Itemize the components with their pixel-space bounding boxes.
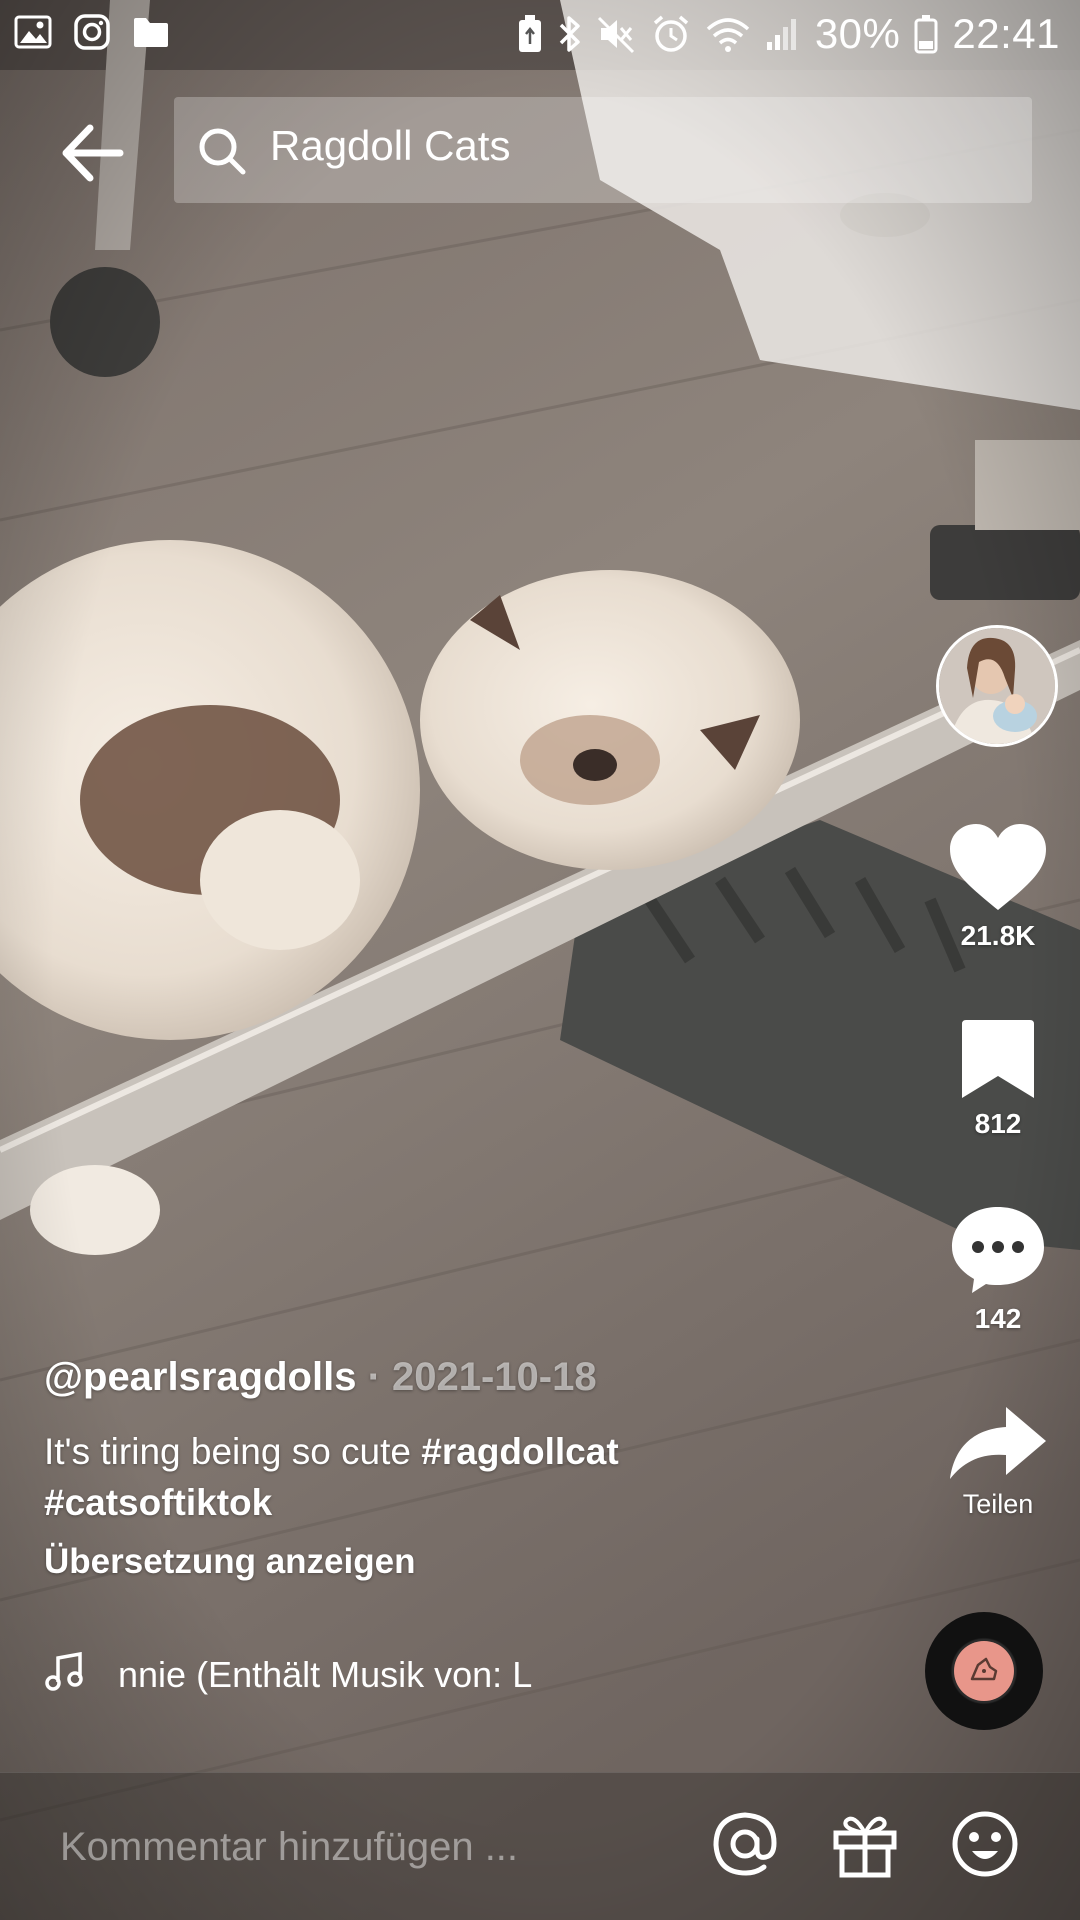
comment-button[interactable]: 142 bbox=[935, 1205, 1061, 1335]
music-info[interactable]: nnie (Enthält Musik von: L bbox=[44, 1650, 604, 1700]
search-bar[interactable]: Ragdoll Cats bbox=[174, 97, 1032, 203]
alarm-icon bbox=[651, 14, 691, 54]
mute-icon bbox=[597, 14, 637, 54]
translate-link[interactable]: Übersetzung anzeigen bbox=[44, 1542, 904, 1582]
author-username[interactable]: @pearlsragdolls bbox=[44, 1355, 356, 1399]
post-date-separator: · bbox=[356, 1355, 392, 1399]
heart-icon bbox=[950, 824, 1046, 910]
signal-icon bbox=[765, 16, 801, 52]
share-label: Teilen bbox=[962, 1489, 1034, 1519]
hashtag-ragdollcat[interactable]: #ragdollcat bbox=[421, 1431, 618, 1472]
search-icon bbox=[199, 128, 246, 175]
author-line: @pearlsragdolls · 2021-10-18 bbox=[44, 1355, 904, 1400]
post-caption: @pearlsragdolls · 2021-10-18 It's tiring… bbox=[44, 1355, 904, 1582]
post-date: 2021-10-18 bbox=[392, 1355, 597, 1399]
music-title: nnie (Enthält Musik von: L bbox=[118, 1654, 533, 1695]
bookmark-count: 812 bbox=[974, 1108, 1022, 1139]
battery-saver-icon bbox=[517, 14, 543, 54]
back-button[interactable] bbox=[58, 118, 128, 188]
gift-icon[interactable] bbox=[830, 1809, 900, 1879]
post-description: It's tiring being so cute #ragdollcat #c… bbox=[44, 1426, 734, 1528]
comment-input[interactable]: Kommentar hinzufügen ... bbox=[60, 1825, 518, 1870]
like-count: 21.8K bbox=[960, 920, 1036, 951]
share-button[interactable]: Teilen bbox=[935, 1405, 1061, 1520]
comment-icon bbox=[952, 1207, 1044, 1293]
like-button[interactable]: 21.8K bbox=[935, 822, 1061, 952]
battery-icon bbox=[914, 14, 938, 54]
instagram-icon bbox=[74, 14, 110, 50]
music-disc-button[interactable] bbox=[925, 1612, 1043, 1730]
hashtag-catsoftiktok[interactable]: #catsoftiktok bbox=[44, 1482, 272, 1523]
search-query: Ragdoll Cats bbox=[270, 122, 511, 169]
status-bar: 30% 22:41 bbox=[0, 0, 1080, 74]
creator-avatar-button[interactable] bbox=[936, 625, 1058, 747]
at-mention-icon[interactable] bbox=[710, 1809, 780, 1879]
comment-count: 142 bbox=[974, 1303, 1022, 1334]
share-arrow-icon bbox=[950, 1407, 1046, 1479]
battery-percent: 30% bbox=[814, 10, 901, 57]
sound-avatar-icon bbox=[970, 1657, 998, 1681]
arrow-left-icon bbox=[62, 124, 124, 182]
folder-icon bbox=[132, 16, 170, 48]
clock: 22:41 bbox=[952, 10, 1060, 57]
description-text: It's tiring being so cute bbox=[44, 1431, 422, 1472]
avatar[interactable] bbox=[936, 625, 1058, 747]
video-frame[interactable] bbox=[0, 0, 1080, 1920]
comment-bar: Kommentar hinzufügen ... bbox=[0, 1772, 1080, 1920]
emoji-icon[interactable] bbox=[950, 1809, 1020, 1879]
music-note-icon bbox=[45, 1652, 83, 1691]
bookmark-icon bbox=[962, 1020, 1034, 1098]
gallery-icon bbox=[14, 15, 52, 49]
wifi-icon bbox=[705, 15, 751, 53]
video-screen[interactable]: 30% 22:41 Ragdoll Cats 21.8K 812 142 Tei… bbox=[0, 0, 1080, 1920]
bookmark-button[interactable]: 812 bbox=[935, 1018, 1061, 1140]
bluetooth-icon bbox=[557, 14, 583, 54]
